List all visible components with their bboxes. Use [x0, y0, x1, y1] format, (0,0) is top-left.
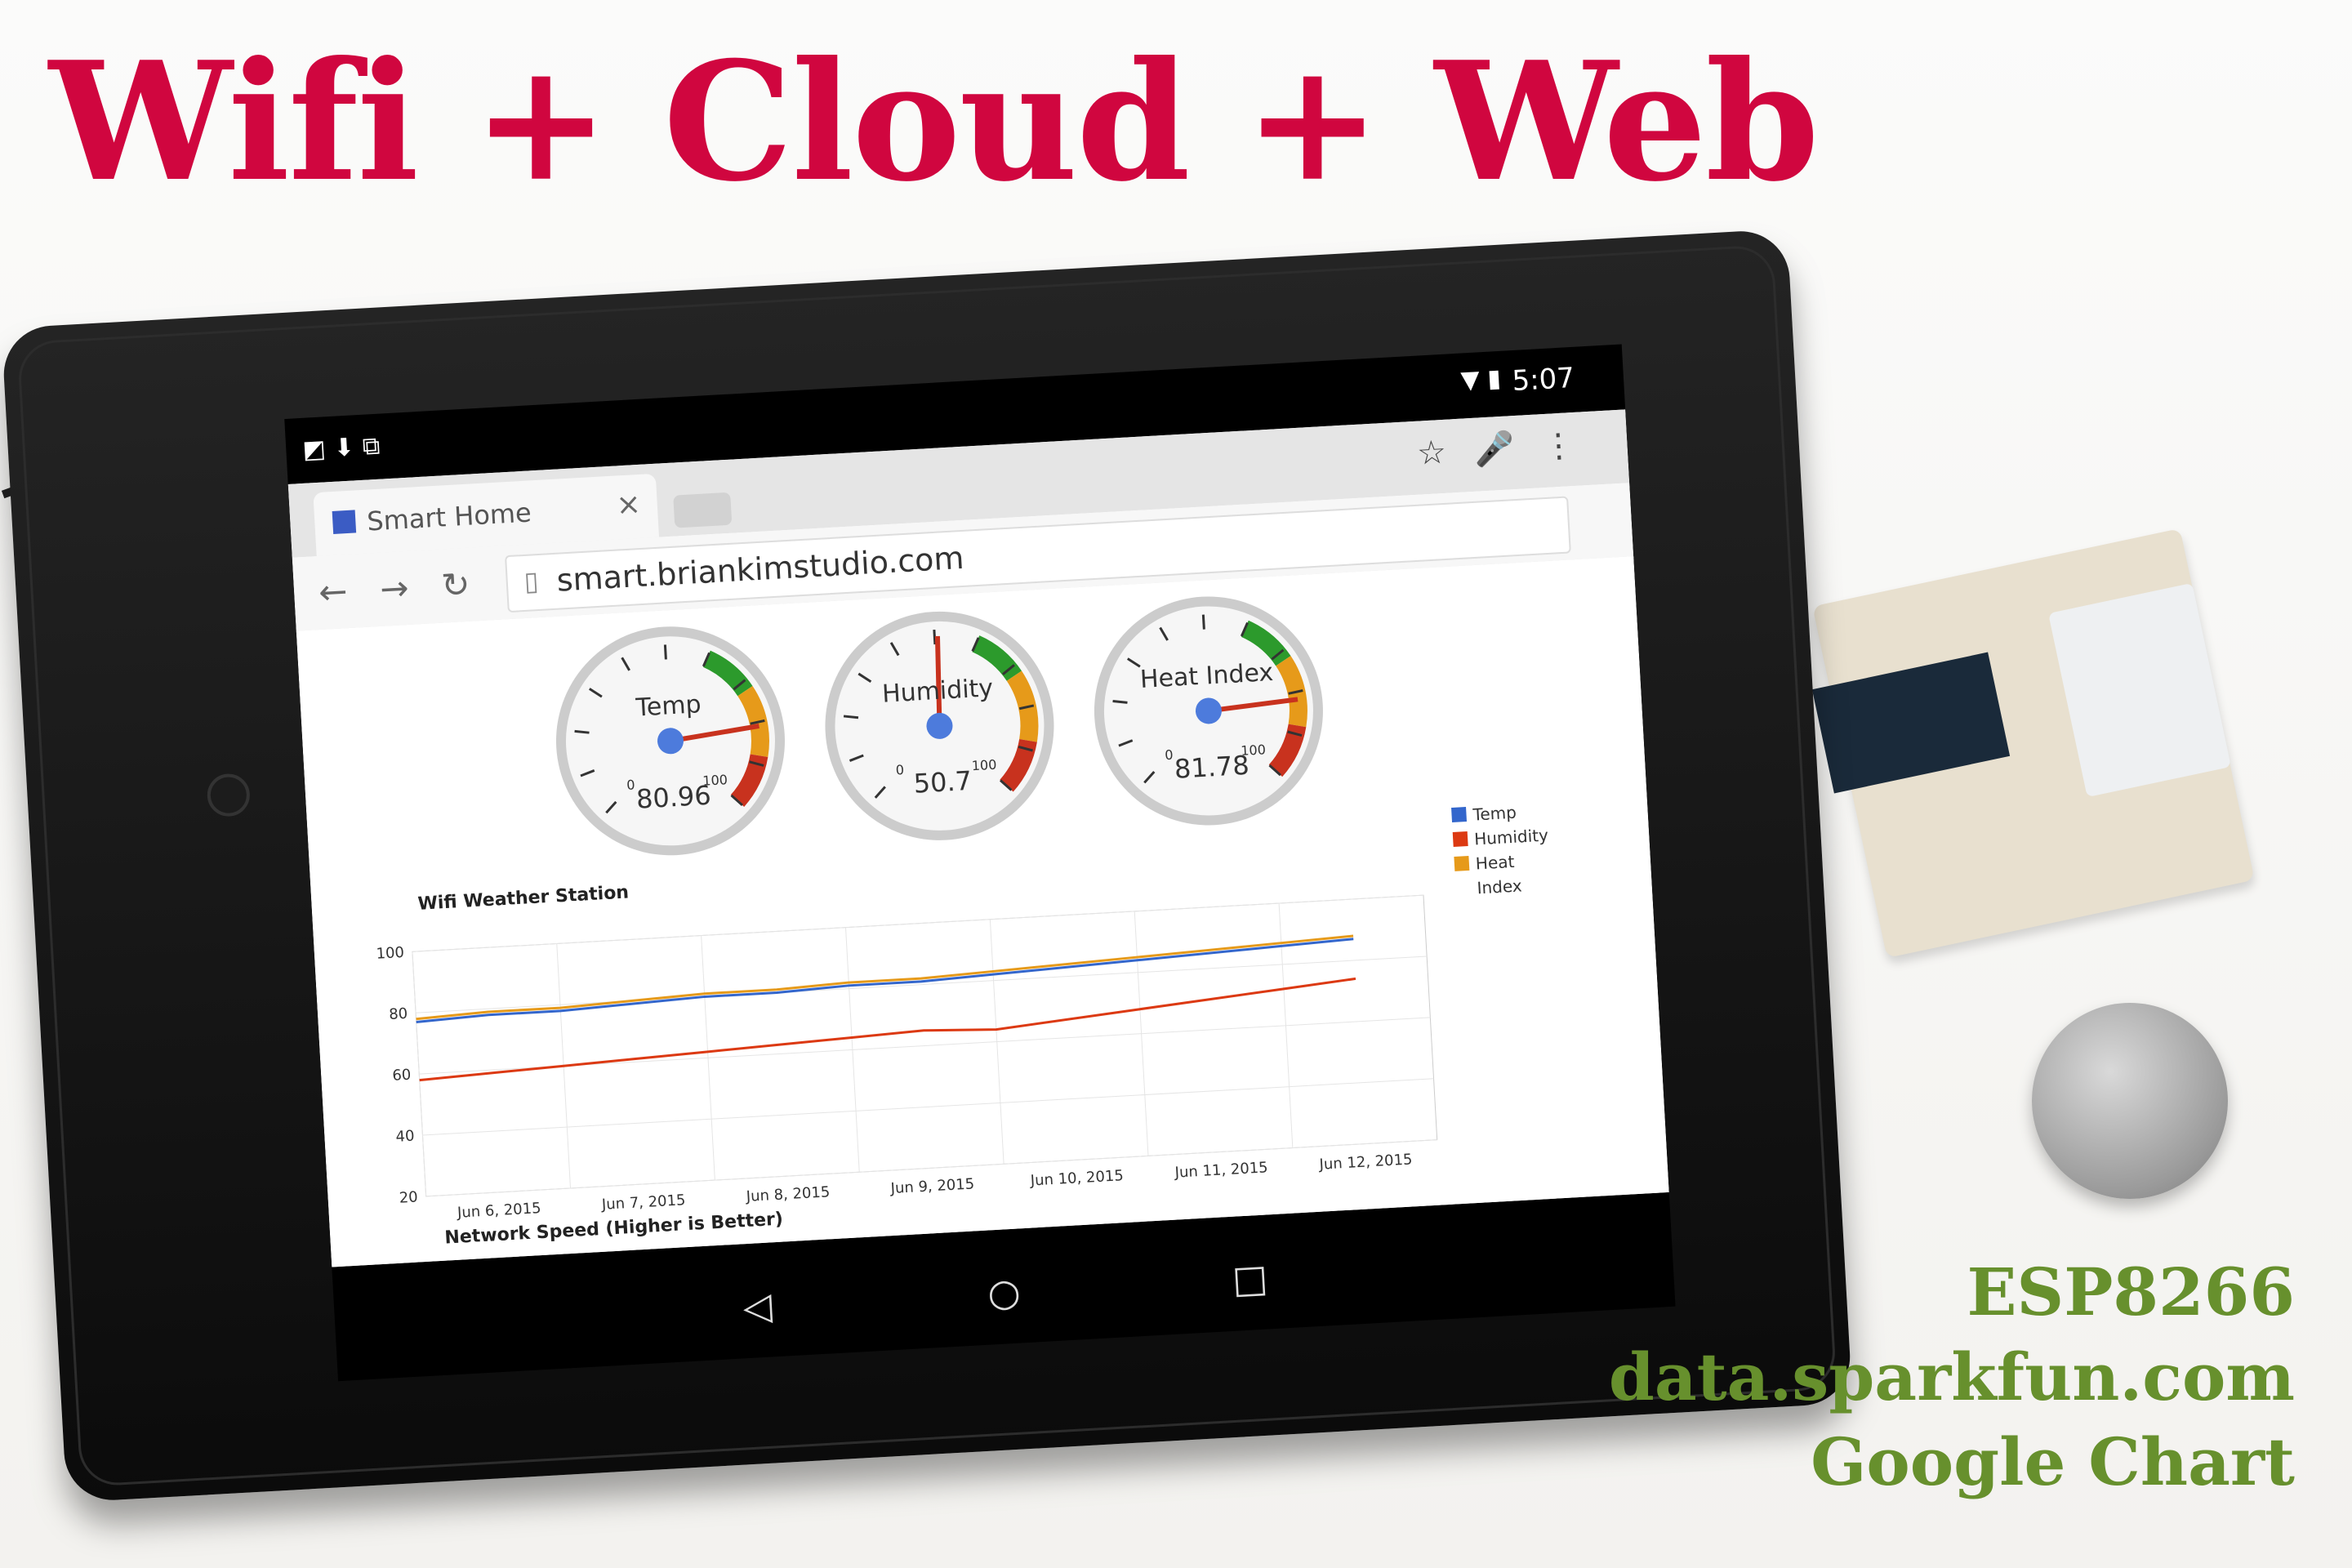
legend-label: Humidity [1473, 825, 1549, 849]
legend-label: Temp [1472, 802, 1517, 825]
gauge-dial: 0 100 [825, 611, 1054, 840]
chart-plot: 100 80 60 40 20 Jun 6, 2015 Jun 7, 2015 Jun 8, … [376, 894, 1438, 1222]
clock: 5:07 [1511, 361, 1576, 399]
notification-icons: ◩⬇⧉ [301, 431, 390, 465]
gauge-heat-index: 0 100 Heat Index 81.78 [1080, 581, 1338, 840]
page-content: 0 100 Temp 80.96 0 100 Humidity 50.7 0 100 … [296, 556, 1669, 1267]
x-tick-label: Jun 12, 2015 [1318, 1151, 1413, 1173]
tab-title: Smart Home [366, 497, 532, 537]
headline: Wifi + Cloud + Web [49, 26, 1820, 218]
browser-window: ◩⬇⧉ Smart Home × ☆🎤⋮ ←→↻ ▯ smart.brianki… [287, 409, 1669, 1267]
weather-chart: Wifi Weather Station Temp Humidity Heat … [360, 803, 1586, 1240]
reload-icon[interactable]: ↻ [440, 563, 504, 606]
caption-line: data.sparkfun.com [1608, 1339, 2295, 1415]
legend-swatch [1451, 807, 1468, 823]
gauge-tick [933, 629, 937, 645]
gauge-tick [1201, 614, 1205, 630]
gauge-temp: 0 100 Temp 80.96 [541, 612, 800, 870]
y-tick-label: 40 [395, 1128, 415, 1146]
y-tick-label: 80 [389, 1005, 408, 1023]
x-tick-label: Jun 7, 2015 [600, 1192, 686, 1214]
back-nav-icon[interactable]: ◁ [742, 1283, 773, 1329]
quarter-coin [2032, 1003, 2228, 1199]
x-tick-label: Jun 9, 2015 [889, 1175, 975, 1197]
url-text: smart.briankimstudio.com [555, 539, 965, 599]
x-tick-label: Jun 11, 2015 [1174, 1159, 1268, 1181]
page-info-icon: ▯ [523, 565, 540, 597]
x-tick-label: Jun 6, 2015 [457, 1200, 542, 1222]
caption-line: Google Chart [1811, 1423, 2295, 1500]
wifi-battery-icon: ▼ ▮ [1459, 363, 1502, 395]
x-tick-label: Jun 8, 2015 [745, 1183, 831, 1205]
y-tick-label: 60 [392, 1067, 412, 1085]
gauge-tick [663, 644, 667, 660]
recents-nav-icon[interactable]: □ [1231, 1256, 1268, 1302]
tablet: ▼ ▮ 5:07 ◩⬇⧉ Smart Home × ☆🎤⋮ ←→↻ ▯ smar… [1, 228, 1853, 1503]
gauge-dial: 0 100 [555, 626, 785, 856]
legend-swatch [1452, 831, 1468, 847]
y-tick-label: 100 [376, 944, 404, 963]
caption: ESP8266 data.sparkfun.com Google Chart [1609, 1250, 2295, 1504]
y-tick-label: 20 [399, 1188, 418, 1206]
forward-icon[interactable]: → [379, 566, 443, 609]
x-tick-label: Jun 10, 2015 [1029, 1167, 1124, 1189]
legend-label: Heat Index [1475, 851, 1523, 898]
legend-item: Heat Index [1454, 847, 1552, 901]
new-tab-button[interactable] [673, 492, 733, 528]
close-icon[interactable]: × [615, 488, 641, 523]
star-icon[interactable]: ☆ [1416, 432, 1475, 473]
gauge-humidity: 0 100 Humidity 50.7 [810, 597, 1068, 855]
tablet-screen: ▼ ▮ 5:07 ◩⬇⧉ Smart Home × ☆🎤⋮ ←→↻ ▯ smar… [284, 344, 1676, 1382]
home-nav-icon[interactable]: ○ [987, 1269, 1022, 1315]
menu-icon[interactable]: ⋮ [1541, 425, 1603, 466]
chart-legend: Temp Humidity Heat Index [1451, 799, 1552, 902]
back-icon[interactable]: ← [318, 569, 381, 612]
caption-line: ESP8266 [1967, 1254, 2295, 1330]
nav-buttons: ←→↻ [318, 563, 504, 613]
toolbar-icons: ☆🎤⋮ [1416, 424, 1604, 473]
page-icon [332, 510, 357, 534]
gauge-dial: 0 100 [1094, 596, 1323, 826]
legend-swatch [1454, 855, 1470, 871]
mic-icon[interactable]: 🎤 [1473, 428, 1544, 470]
